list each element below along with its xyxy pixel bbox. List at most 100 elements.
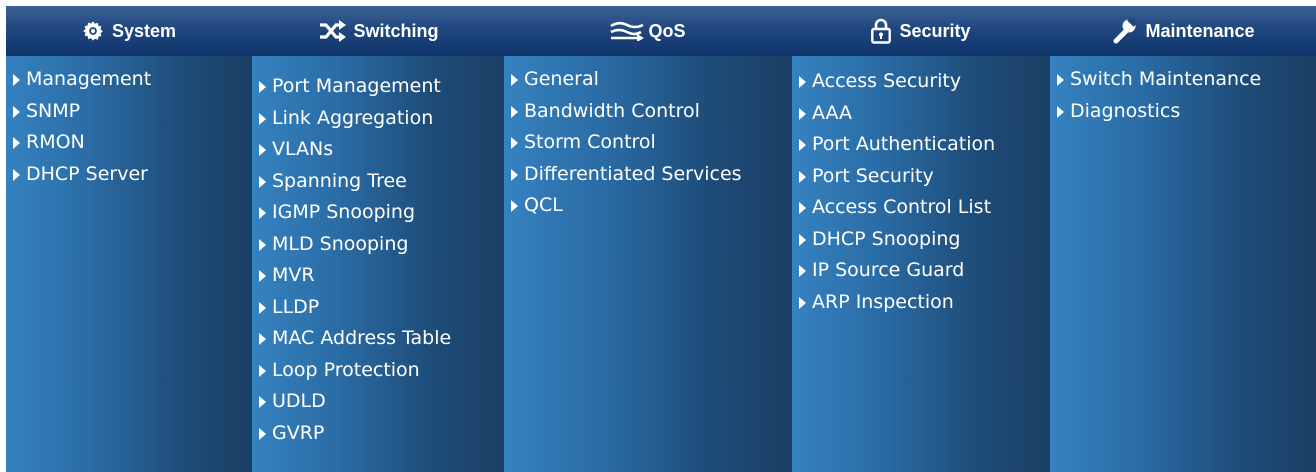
menu-header-maintenance[interactable]: Maintenance [1050,6,1316,56]
menu-header-switching[interactable]: Switching [252,6,504,56]
menu-header-system[interactable]: System [6,6,252,56]
menu-item[interactable]: Bandwidth Control [504,96,792,128]
menu-item[interactable]: GVRP [252,418,504,450]
menu-header-security[interactable]: Security [792,6,1050,56]
menu-item-label: Port Security [812,164,934,187]
menu-item-label: LLDP [272,295,320,318]
caret-right-icon [511,200,518,212]
main-menu: System Switching QoS Security Maintenanc… [0,0,1316,472]
caret-right-icon [13,168,20,181]
menu-item-label: GVRP [272,421,325,444]
wrench-icon [1111,18,1138,44]
menu-item-label: IP Source Guard [812,259,965,281]
menu-list-maintenance: Switch Maintenance Diagnostics [1050,64,1316,127]
menu-item[interactable]: AAA [792,98,1050,130]
caret-right-icon [259,270,266,282]
menu-header-bar: System Switching QoS Security Maintenanc… [6,6,1316,56]
menu-item[interactable]: Spanning Tree [252,166,504,198]
menu-header-label: System [111,20,177,41]
menu-item[interactable]: Port Management [252,71,504,103]
menu-item[interactable]: MLD Snooping [252,229,504,261]
menu-item[interactable]: Loop Protection [252,355,504,387]
caret-right-icon [259,144,266,156]
menu-item[interactable]: LLDP [252,292,504,324]
caret-right-icon [511,137,518,149]
menu-item[interactable]: Port Authentication [792,129,1050,161]
menu-item[interactable]: RMON [6,127,252,159]
menu-item[interactable]: UDLD [252,386,504,418]
menu-item-label: RMON [26,131,85,153]
menu-item[interactable]: Access Security [792,66,1050,98]
menu-column-system: Management SNMP RMON DHCP Server [6,56,252,472]
menu-item[interactable]: Storm Control [504,127,792,159]
lock-icon [871,18,892,44]
menu-item-label: QCL [524,194,563,216]
menu-list-security: Access Security AAA Port Authentication … [792,66,1050,318]
menu-item[interactable]: Management [6,64,252,96]
caret-right-icon [259,364,266,377]
gear-icon [82,20,104,42]
menu-item[interactable]: IGMP Snooping [252,197,504,229]
menu-item-label: SNMP [26,99,81,122]
caret-right-icon [799,296,806,309]
caret-right-icon [259,301,266,314]
caret-right-icon [259,427,266,440]
menu-item[interactable]: IP Source Guard [792,255,1050,287]
caret-right-icon [259,238,266,251]
menu-item-label: VLANs [272,138,334,160]
menu-item-label: Access Security [812,70,962,92]
menu-list-system: Management SNMP RMON DHCP Server [6,64,252,190]
menu-header-label: QoS [648,20,686,41]
menu-item-label: DHCP Server [26,162,148,185]
menu-item[interactable]: Switch Maintenance [1050,64,1316,96]
menu-item-label: Diagnostics [1070,99,1181,122]
menu-item-label: Spanning Tree [272,169,407,192]
caret-right-icon [799,170,806,183]
menu-item-label: Port Authentication [812,133,996,155]
menu-column-qos: General Bandwidth Control Storm Control … [504,56,792,472]
menu-item[interactable]: DHCP Server [6,159,252,191]
qos-waves-icon [610,21,645,41]
menu-item-label: Management [26,68,152,90]
caret-right-icon [511,168,518,181]
menu-item-label: Differentiated Services [524,162,742,185]
menu-column-security: Access Security AAA Port Authentication … [792,56,1050,472]
caret-right-icon [799,76,806,88]
caret-right-icon [259,333,266,345]
menu-item[interactable]: MVR [252,260,504,292]
menu-item[interactable]: General [504,64,792,96]
menu-header-label: Switching [353,20,439,41]
caret-right-icon [799,202,806,214]
caret-right-icon [799,107,806,120]
menu-item-label: DHCP Snooping [812,227,961,250]
caret-right-icon [259,81,266,93]
menu-list-qos: General Bandwidth Control Storm Control … [504,64,792,222]
menu-item[interactable]: Diagnostics [1050,96,1316,128]
menu-header-qos[interactable]: QoS [504,6,792,56]
caret-right-icon [259,207,266,219]
menu-header-label: Security [899,20,971,41]
menu-item-label: MLD Snooping [272,232,409,255]
menu-item[interactable]: Differentiated Services [504,159,792,191]
menu-item-label: Link Aggregation [272,106,434,129]
menu-item-label: General [524,68,599,90]
menu-item[interactable]: Access Control List [792,192,1050,224]
menu-item-label: Switch Maintenance [1070,68,1262,90]
menu-item-label: Loop Protection [272,358,420,381]
menu-item[interactable]: Link Aggregation [252,103,504,135]
menu-item-label: UDLD [272,390,326,412]
menu-item-label: Storm Control [524,131,656,153]
menu-item[interactable]: QCL [504,190,792,222]
caret-right-icon [799,265,806,277]
caret-right-icon [799,233,806,246]
menu-item[interactable]: MAC Address Table [252,323,504,355]
menu-item[interactable]: DHCP Snooping [792,224,1050,256]
menu-item-label: IGMP Snooping [272,201,416,223]
menu-item-label: AAA [812,101,853,124]
menu-item-label: Port Management [272,75,441,97]
caret-right-icon [259,396,266,408]
menu-item[interactable]: ARP Inspection [792,287,1050,319]
menu-item[interactable]: Port Security [792,161,1050,193]
menu-item[interactable]: SNMP [6,96,252,128]
menu-item[interactable]: VLANs [252,134,504,166]
